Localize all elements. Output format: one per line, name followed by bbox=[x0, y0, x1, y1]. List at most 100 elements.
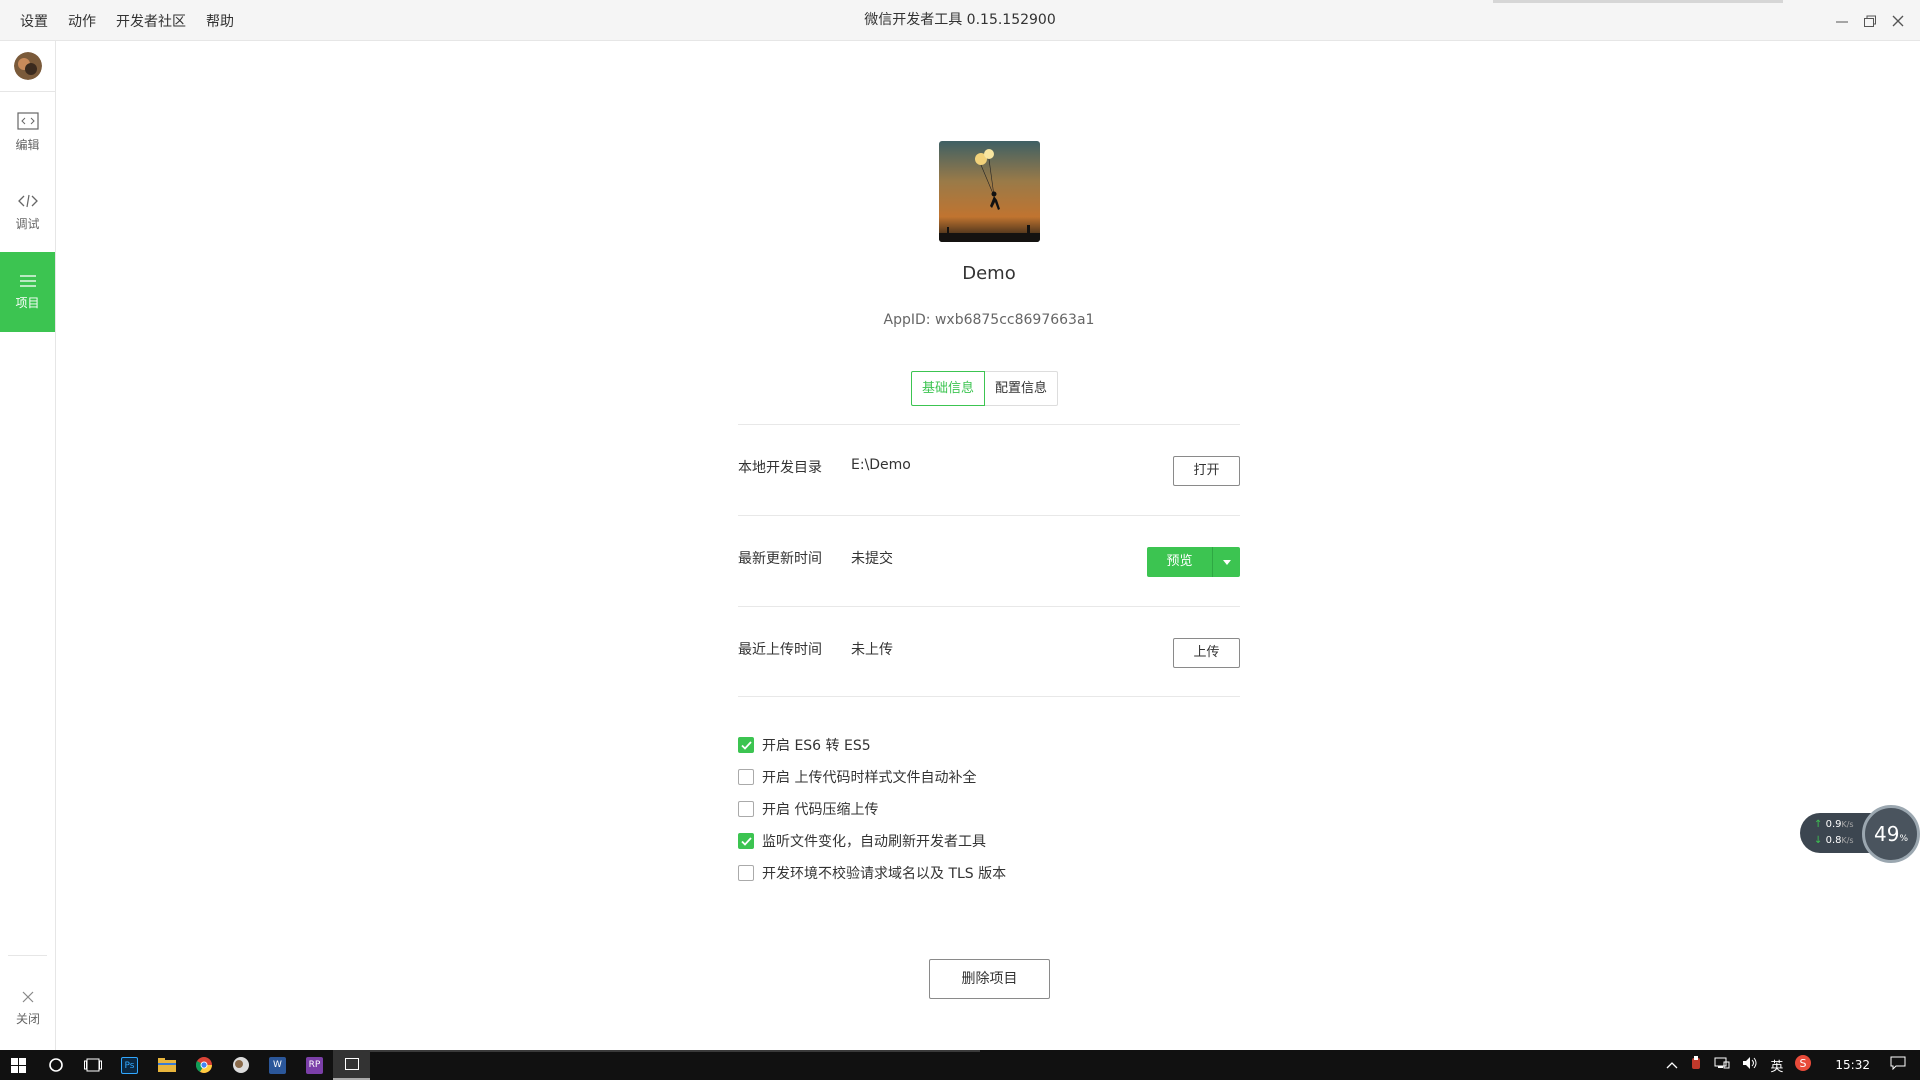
window-app-icon bbox=[344, 1058, 359, 1070]
minimize-button[interactable] bbox=[1828, 0, 1856, 41]
close-window-button[interactable] bbox=[1884, 0, 1912, 41]
ime-indicator[interactable]: 英 bbox=[1770, 1056, 1783, 1075]
memory-usage-gauge: 49% bbox=[1862, 805, 1920, 863]
checkbox-checked[interactable] bbox=[738, 737, 754, 753]
project-name: Demo bbox=[962, 263, 1016, 284]
preview-button[interactable]: 预览 bbox=[1147, 547, 1212, 577]
caret-down-icon bbox=[1222, 559, 1231, 565]
restore-button[interactable] bbox=[1856, 0, 1884, 41]
folder-icon bbox=[157, 1058, 176, 1072]
network-speed-widget[interactable]: ↑ 0.9K/s ↓ 0.8K/s 49% bbox=[1800, 805, 1920, 863]
photoshop-icon: Ps bbox=[121, 1056, 138, 1074]
preview-split-button: 预览 bbox=[1147, 547, 1240, 577]
preview-dropdown-button[interactable] bbox=[1212, 547, 1240, 577]
delete-project-button[interactable]: 删除项目 bbox=[929, 959, 1050, 999]
project-panel: Demo AppID: wxb6875cc8697663a1 基础信息 配置信息… bbox=[57, 41, 1920, 1050]
row-value: E:\Demo bbox=[851, 457, 911, 473]
taskbar-chrome[interactable] bbox=[185, 1050, 222, 1080]
taskbar-axure[interactable]: RP bbox=[296, 1050, 333, 1080]
option-label: 开启 上传代码时样式文件自动补全 bbox=[762, 770, 977, 786]
speed-unit: K/s bbox=[1841, 836, 1854, 845]
tray-overflow-icon[interactable] bbox=[1666, 1058, 1678, 1073]
user-avatar-slot bbox=[0, 41, 55, 92]
row-label: 最近上传时间 bbox=[738, 642, 822, 658]
sidebar-close-label: 关闭 bbox=[15, 1012, 40, 1026]
options-list: 开启 ES6 转 ES5 开启 上传代码时样式文件自动补全 开启 代码压缩上传 … bbox=[738, 729, 1006, 889]
sidebar-item-debug[interactable]: 调试 bbox=[0, 172, 55, 252]
chrome-icon bbox=[195, 1057, 212, 1073]
sidebar-item-editor[interactable]: 编辑 bbox=[0, 92, 55, 172]
clock[interactable]: 15:32 bbox=[1835, 1058, 1870, 1072]
row-update-time: 最新更新时间 未提交 预览 bbox=[738, 515, 1240, 606]
sidebar-divider bbox=[8, 955, 47, 956]
row-local-dir: 本地开发目录 E:\Demo 打开 bbox=[738, 424, 1240, 515]
taskbar-explorer[interactable] bbox=[148, 1050, 185, 1080]
editor-icon bbox=[16, 111, 39, 130]
svg-text:S: S bbox=[1800, 1057, 1807, 1070]
row-value: 未提交 bbox=[851, 551, 893, 567]
upload-button[interactable]: 上传 bbox=[1173, 638, 1240, 668]
option-skip-domain-check[interactable]: 开发环境不校验请求域名以及 TLS 版本 bbox=[738, 857, 1006, 889]
sogou-icon[interactable]: S bbox=[1795, 1055, 1812, 1075]
sidebar-item-label: 编辑 bbox=[15, 137, 40, 152]
avatar[interactable] bbox=[13, 52, 42, 80]
network-icon[interactable] bbox=[1714, 1056, 1730, 1074]
window-title: 微信开发者工具 0.15.152900 bbox=[864, 12, 1056, 28]
option-watch-files[interactable]: 监听文件变化，自动刷新开发者工具 bbox=[738, 825, 1006, 857]
checkbox-checked[interactable] bbox=[738, 833, 754, 849]
notification-center-button[interactable] bbox=[1890, 1056, 1906, 1074]
window-edge bbox=[1493, 0, 1783, 3]
sidebar: 编辑 调试 项目 关闭 bbox=[0, 41, 56, 1050]
taskbar-wechat-devtools[interactable] bbox=[333, 1050, 370, 1080]
browser-icon bbox=[232, 1057, 249, 1073]
checkbox-unchecked[interactable] bbox=[738, 865, 754, 881]
word-icon: W bbox=[269, 1056, 286, 1074]
sidebar-close-button[interactable]: 关闭 bbox=[0, 981, 56, 1036]
taskbar-browser[interactable] bbox=[222, 1050, 259, 1080]
taskbar-edge bbox=[370, 1050, 980, 1052]
title-bar: 设置 动作 开发者社区 帮助 微信开发者工具 0.15.152900 bbox=[0, 0, 1920, 41]
info-rows: 本地开发目录 E:\Demo 打开 最新更新时间 未提交 预览 最近上传时间 未… bbox=[738, 424, 1240, 697]
checkbox-unchecked[interactable] bbox=[738, 801, 754, 817]
search-button[interactable] bbox=[37, 1050, 74, 1080]
notification-icon bbox=[1890, 1056, 1906, 1071]
percent-sign: % bbox=[1899, 834, 1908, 844]
sidebar-item-label: 调试 bbox=[15, 216, 40, 231]
system-tray: 英 S 15:32 bbox=[1660, 1050, 1920, 1080]
cortana-icon bbox=[48, 1058, 63, 1072]
task-view-button[interactable] bbox=[74, 1050, 111, 1080]
window-controls bbox=[1828, 0, 1920, 41]
check-icon bbox=[740, 740, 752, 750]
row-label: 本地开发目录 bbox=[738, 460, 822, 476]
axure-icon: RP bbox=[306, 1056, 323, 1074]
project-thumbnail bbox=[939, 141, 1040, 242]
tray-app-icon[interactable] bbox=[1690, 1056, 1702, 1074]
upload-arrow-icon: ↑ bbox=[1814, 819, 1823, 830]
sidebar-item-project[interactable]: 项目 bbox=[0, 252, 55, 332]
close-icon bbox=[1892, 15, 1904, 26]
checkbox-unchecked[interactable] bbox=[738, 769, 754, 785]
row-value: 未上传 bbox=[851, 642, 893, 658]
taskbar-photoshop[interactable]: Ps bbox=[111, 1050, 148, 1080]
minimize-icon bbox=[1836, 21, 1848, 22]
memory-percent: 49 bbox=[1873, 822, 1900, 846]
check-icon bbox=[740, 836, 752, 846]
option-minify[interactable]: 开启 代码压缩上传 bbox=[738, 793, 1006, 825]
tab-config-info[interactable]: 配置信息 bbox=[985, 371, 1059, 406]
code-icon bbox=[17, 194, 38, 207]
option-label: 开发环境不校验请求域名以及 TLS 版本 bbox=[762, 866, 1007, 882]
volume-icon[interactable] bbox=[1742, 1056, 1758, 1074]
taskbar-word[interactable]: W bbox=[259, 1050, 296, 1080]
restore-icon bbox=[1864, 15, 1876, 27]
tab-basic-info[interactable]: 基础信息 bbox=[911, 371, 986, 406]
info-tabs: 基础信息 配置信息 bbox=[911, 371, 1059, 406]
close-icon bbox=[22, 991, 34, 1003]
task-view-icon bbox=[83, 1058, 102, 1072]
sidebar-item-label: 项目 bbox=[15, 295, 40, 310]
start-button[interactable] bbox=[0, 1050, 37, 1080]
open-button[interactable]: 打开 bbox=[1173, 456, 1240, 486]
option-label: 监听文件变化，自动刷新开发者工具 bbox=[762, 834, 986, 850]
row-upload-time: 最近上传时间 未上传 上传 bbox=[738, 606, 1240, 697]
option-es6[interactable]: 开启 ES6 转 ES5 bbox=[738, 729, 1006, 761]
option-style-autocomplete[interactable]: 开启 上传代码时样式文件自动补全 bbox=[738, 761, 1006, 793]
